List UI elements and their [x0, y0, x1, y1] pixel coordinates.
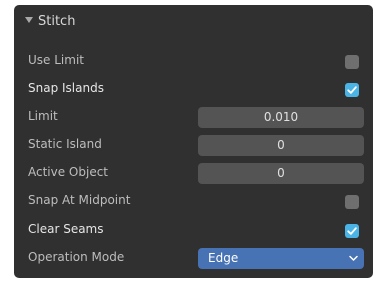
active-object-row: Active Object 0: [14, 162, 373, 186]
active-object-label: Active Object: [28, 165, 109, 179]
clear-seams-checkbox[interactable]: [345, 224, 359, 238]
operation-mode-value: Edge: [208, 251, 239, 265]
chevron-down-icon: [349, 255, 358, 261]
clear-seams-row: Clear Seams: [14, 219, 373, 243]
disclosure-triangle-icon[interactable]: [25, 17, 33, 23]
panel-title: Stitch: [38, 14, 76, 29]
use-limit-row: Use Limit: [14, 50, 373, 74]
operation-mode-row: Operation Mode Edge: [14, 247, 373, 271]
clear-seams-label: Clear Seams: [28, 222, 104, 236]
snap-islands-row: Snap Islands: [14, 78, 373, 102]
static-island-label: Static Island: [28, 137, 102, 151]
stitch-panel: Stitch Use Limit Snap Islands Limit 0.01…: [14, 5, 373, 278]
panel-header[interactable]: Stitch: [14, 5, 373, 41]
snap-islands-label: Snap Islands: [28, 81, 104, 95]
operation-mode-select[interactable]: Edge: [198, 248, 364, 269]
checkmark-icon: [347, 86, 357, 94]
static-island-row: Static Island 0: [14, 134, 373, 158]
limit-row: Limit 0.010: [14, 106, 373, 130]
use-limit-label: Use Limit: [28, 53, 84, 67]
snap-at-midpoint-checkbox[interactable]: [345, 195, 359, 209]
operation-mode-label: Operation Mode: [28, 250, 125, 264]
checkmark-icon: [347, 227, 357, 235]
snap-at-midpoint-label: Snap At Midpoint: [28, 193, 131, 207]
active-object-field[interactable]: 0: [198, 163, 364, 184]
snap-at-midpoint-row: Snap At Midpoint: [14, 190, 373, 214]
static-island-field[interactable]: 0: [198, 135, 364, 156]
limit-label: Limit: [28, 109, 58, 123]
limit-field[interactable]: 0.010: [198, 107, 364, 128]
use-limit-checkbox[interactable]: [345, 55, 359, 69]
snap-islands-checkbox[interactable]: [345, 83, 359, 97]
